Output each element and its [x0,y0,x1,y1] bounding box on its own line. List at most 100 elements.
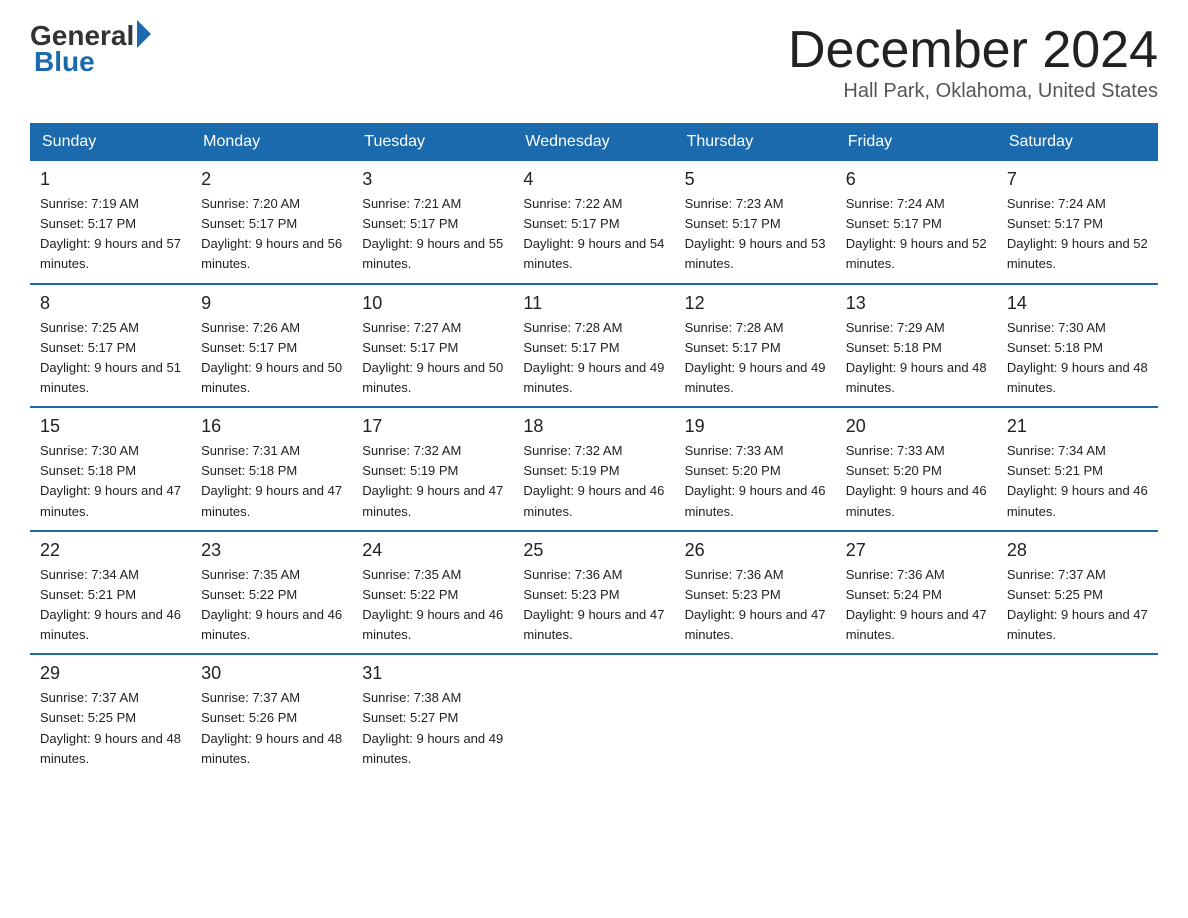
calendar-cell: 31Sunrise: 7:38 AMSunset: 5:27 PMDayligh… [352,654,513,777]
calendar-cell: 17 Sunrise: 7:32 AMSunset: 5:19 PMDayligh… [352,407,513,531]
day-number: 17 [362,416,503,437]
day-info: Sunrise: 7:30 AMSunset: 5:18 PMDaylight:… [1007,318,1148,399]
day-info: Sunrise: 7:28 AMSunset: 5:17 PMDaylight:… [685,318,826,399]
calendar-cell: 24 Sunrise: 7:35 AMSunset: 5:22 PMDayligh… [352,531,513,655]
calendar-cell: 10 Sunrise: 7:27 AMSunset: 5:17 PMDayligh… [352,284,513,408]
calendar-cell: 21 Sunrise: 7:34 AMSunset: 5:21 PMDayligh… [997,407,1158,531]
header-day-sunday: Sunday [30,123,191,161]
day-number: 24 [362,540,503,561]
day-info: Sunrise: 7:38 AMSunset: 5:27 PMDaylight:… [362,688,503,769]
calendar-cell: 23Sunrise: 7:35 AMSunset: 5:22 PMDayligh… [191,531,352,655]
calendar-week-5: 29 Sunrise: 7:37 AMSunset: 5:25 PMDayligh… [30,654,1158,777]
title-section: December 2024 Hall Park, Oklahoma, Unite… [788,20,1158,103]
calendar-cell: 4 Sunrise: 7:22 AMSunset: 5:17 PMDaylight… [513,161,674,284]
day-info: Sunrise: 7:33 AMSunset: 5:20 PMDaylight:… [685,441,826,522]
calendar-cell [997,654,1158,777]
day-info: Sunrise: 7:32 AMSunset: 5:19 PMDaylight:… [362,441,503,522]
calendar-week-2: 8Sunrise: 7:25 AMSunset: 5:17 PMDaylight… [30,284,1158,408]
day-info: Sunrise: 7:35 AMSunset: 5:22 PMDaylight:… [201,565,342,646]
day-info: Sunrise: 7:36 AMSunset: 5:24 PMDaylight:… [846,565,987,646]
calendar-cell [836,654,997,777]
header-day-saturday: Saturday [997,123,1158,161]
day-info: Sunrise: 7:36 AMSunset: 5:23 PMDaylight:… [523,565,664,646]
calendar-body: 1 Sunrise: 7:19 AMSunset: 5:17 PMDaylight… [30,161,1158,777]
calendar-week-1: 1 Sunrise: 7:19 AMSunset: 5:17 PMDaylight… [30,161,1158,284]
calendar-cell: 26Sunrise: 7:36 AMSunset: 5:23 PMDayligh… [675,531,836,655]
day-number: 27 [846,540,987,561]
calendar-cell: 18Sunrise: 7:32 AMSunset: 5:19 PMDayligh… [513,407,674,531]
calendar-cell: 1 Sunrise: 7:19 AMSunset: 5:17 PMDaylight… [30,161,191,284]
day-number: 10 [362,293,503,314]
day-info: Sunrise: 7:27 AMSunset: 5:17 PMDaylight:… [362,318,503,399]
day-info: Sunrise: 7:34 AMSunset: 5:21 PMDaylight:… [40,565,181,646]
calendar-cell: 8Sunrise: 7:25 AMSunset: 5:17 PMDaylight… [30,284,191,408]
calendar-cell: 12Sunrise: 7:28 AMSunset: 5:17 PMDayligh… [675,284,836,408]
day-number: 14 [1007,293,1148,314]
day-number: 2 [201,169,342,190]
calendar-cell: 11 Sunrise: 7:28 AMSunset: 5:17 PMDayligh… [513,284,674,408]
calendar-cell [513,654,674,777]
day-info: Sunrise: 7:30 AMSunset: 5:18 PMDaylight:… [40,441,181,522]
day-info: Sunrise: 7:25 AMSunset: 5:17 PMDaylight:… [40,318,181,399]
calendar-cell: 3Sunrise: 7:21 AMSunset: 5:17 PMDaylight… [352,161,513,284]
calendar-header: SundayMondayTuesdayWednesdayThursdayFrid… [30,123,1158,161]
calendar-cell: 5 Sunrise: 7:23 AMSunset: 5:17 PMDaylight… [675,161,836,284]
day-info: Sunrise: 7:34 AMSunset: 5:21 PMDaylight:… [1007,441,1148,522]
day-number: 15 [40,416,181,437]
day-info: Sunrise: 7:21 AMSunset: 5:17 PMDaylight:… [362,194,503,275]
month-title: December 2024 [788,20,1158,80]
day-number: 4 [523,169,664,190]
day-info: Sunrise: 7:24 AMSunset: 5:17 PMDaylight:… [846,194,987,275]
day-number: 22 [40,540,181,561]
calendar-cell: 30 Sunrise: 7:37 AMSunset: 5:26 PMDayligh… [191,654,352,777]
calendar-cell: 28 Sunrise: 7:37 AMSunset: 5:25 PMDayligh… [997,531,1158,655]
day-info: Sunrise: 7:37 AMSunset: 5:26 PMDaylight:… [201,688,342,769]
day-info: Sunrise: 7:37 AMSunset: 5:25 PMDaylight:… [40,688,181,769]
day-number: 19 [685,416,826,437]
day-number: 16 [201,416,342,437]
day-info: Sunrise: 7:31 AMSunset: 5:18 PMDaylight:… [201,441,342,522]
logo: General Blue [30,20,151,78]
page-header: General Blue December 2024 Hall Park, Ok… [30,20,1158,103]
day-number: 30 [201,663,342,684]
day-number: 26 [685,540,826,561]
calendar-cell: 20 Sunrise: 7:33 AMSunset: 5:20 PMDayligh… [836,407,997,531]
calendar-cell: 29 Sunrise: 7:37 AMSunset: 5:25 PMDayligh… [30,654,191,777]
day-info: Sunrise: 7:22 AMSunset: 5:17 PMDaylight:… [523,194,664,275]
day-number: 5 [685,169,826,190]
day-number: 6 [846,169,987,190]
day-number: 13 [846,293,987,314]
header-day-monday: Monday [191,123,352,161]
calendar-cell: 22 Sunrise: 7:34 AMSunset: 5:21 PMDayligh… [30,531,191,655]
calendar-cell: 13Sunrise: 7:29 AMSunset: 5:18 PMDayligh… [836,284,997,408]
calendar-cell: 9 Sunrise: 7:26 AMSunset: 5:17 PMDaylight… [191,284,352,408]
header-day-friday: Friday [836,123,997,161]
day-info: Sunrise: 7:26 AMSunset: 5:17 PMDaylight:… [201,318,342,399]
calendar-week-4: 22 Sunrise: 7:34 AMSunset: 5:21 PMDayligh… [30,531,1158,655]
header-day-tuesday: Tuesday [352,123,513,161]
day-number: 20 [846,416,987,437]
day-number: 9 [201,293,342,314]
calendar-cell: 6 Sunrise: 7:24 AMSunset: 5:17 PMDaylight… [836,161,997,284]
day-info: Sunrise: 7:35 AMSunset: 5:22 PMDaylight:… [362,565,503,646]
day-number: 21 [1007,416,1148,437]
day-info: Sunrise: 7:33 AMSunset: 5:20 PMDaylight:… [846,441,987,522]
calendar-cell: 25 Sunrise: 7:36 AMSunset: 5:23 PMDayligh… [513,531,674,655]
day-info: Sunrise: 7:37 AMSunset: 5:25 PMDaylight:… [1007,565,1148,646]
calendar-cell: 7Sunrise: 7:24 AMSunset: 5:17 PMDaylight… [997,161,1158,284]
header-day-thursday: Thursday [675,123,836,161]
day-info: Sunrise: 7:24 AMSunset: 5:17 PMDaylight:… [1007,194,1148,275]
day-info: Sunrise: 7:19 AMSunset: 5:17 PMDaylight:… [40,194,181,275]
day-number: 18 [523,416,664,437]
day-number: 28 [1007,540,1148,561]
day-number: 29 [40,663,181,684]
logo-blue-text: Blue [30,46,95,78]
calendar-cell: 15 Sunrise: 7:30 AMSunset: 5:18 PMDayligh… [30,407,191,531]
day-number: 25 [523,540,664,561]
day-info: Sunrise: 7:23 AMSunset: 5:17 PMDaylight:… [685,194,826,275]
calendar-week-3: 15 Sunrise: 7:30 AMSunset: 5:18 PMDayligh… [30,407,1158,531]
day-number: 11 [523,293,664,314]
day-info: Sunrise: 7:28 AMSunset: 5:17 PMDaylight:… [523,318,664,399]
calendar-cell: 27 Sunrise: 7:36 AMSunset: 5:24 PMDayligh… [836,531,997,655]
day-number: 1 [40,169,181,190]
